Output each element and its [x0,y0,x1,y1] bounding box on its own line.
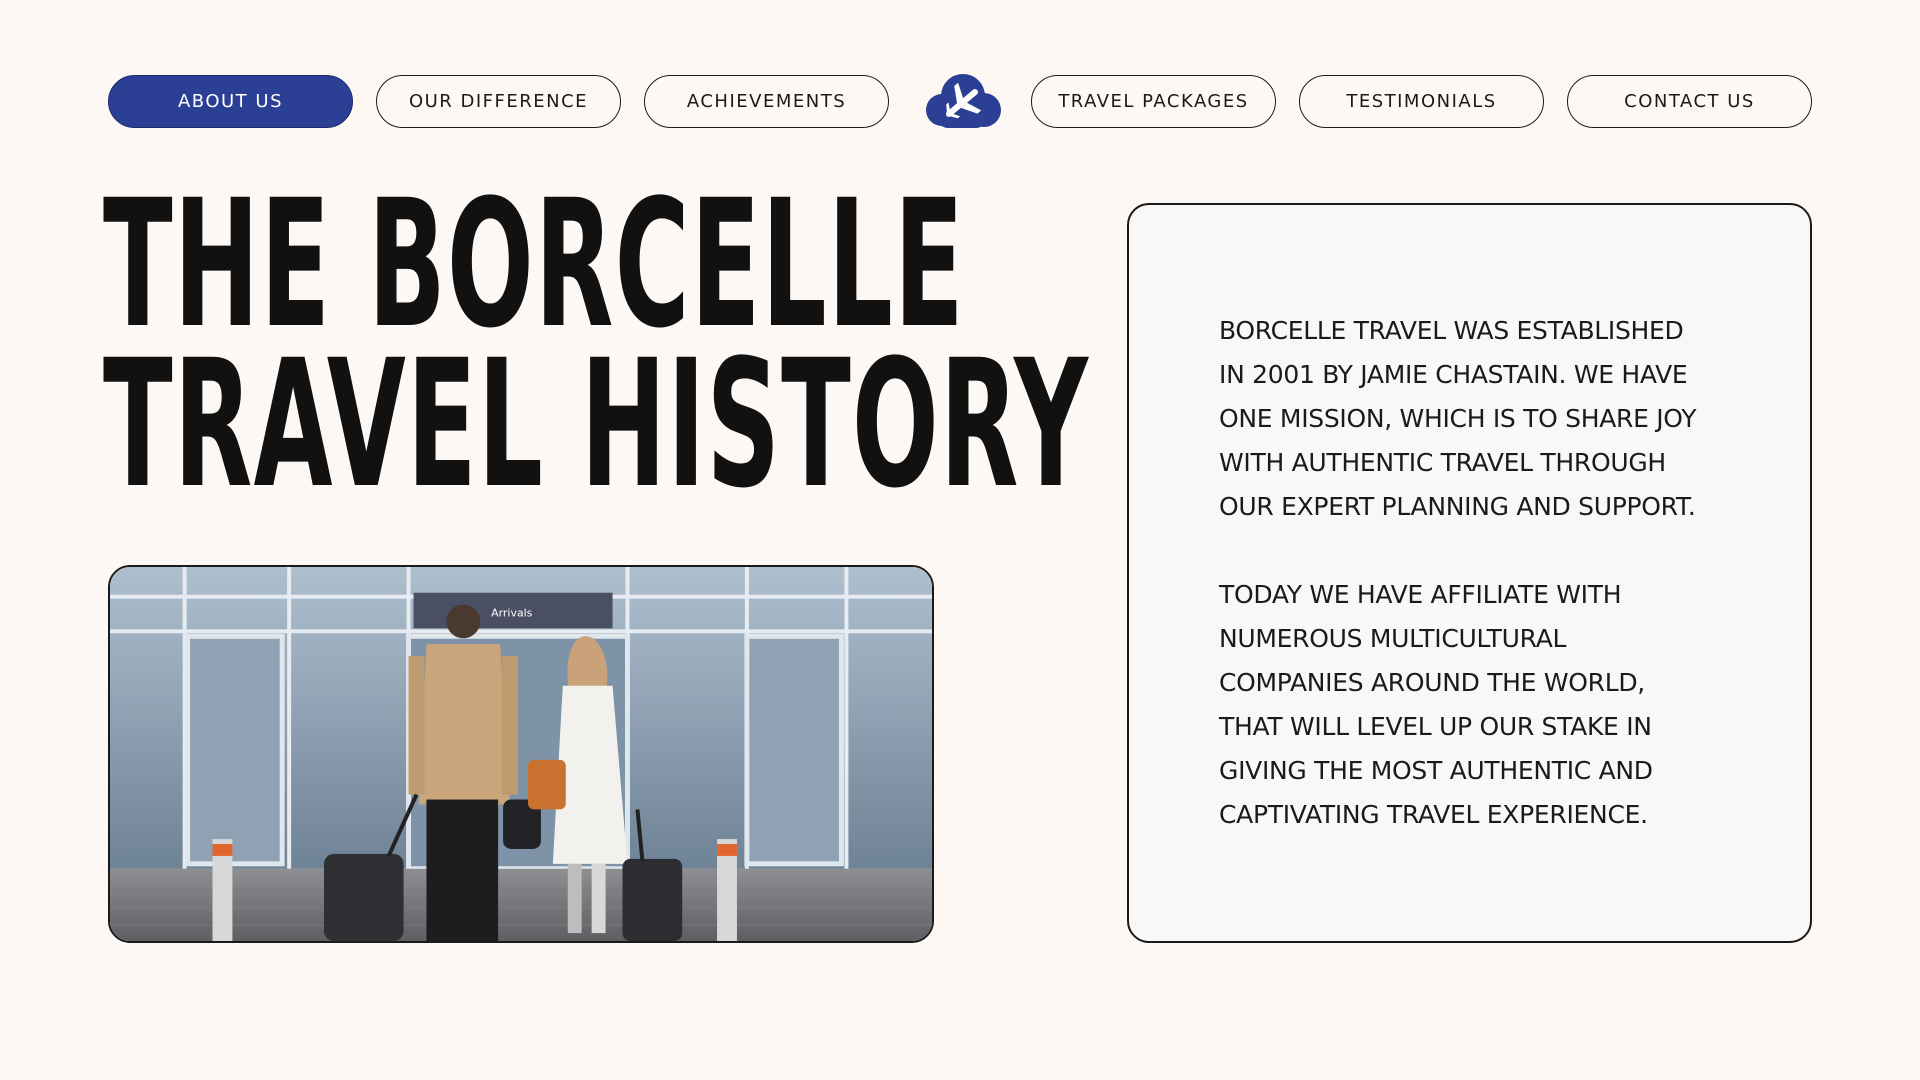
history-card: BORCELLE TRAVEL WAS ESTABLISHED IN 2001 … [1127,203,1812,943]
nav-our-difference-button[interactable]: OUR DIFFERENCE [376,75,621,128]
nav-achievements-button[interactable]: ACHIEVEMENTS [644,75,889,128]
history-card-text: BORCELLE TRAVEL WAS ESTABLISHED IN 2001 … [1219,309,1779,837]
history-paragraph-1: BORCELLE TRAVEL WAS ESTABLISHED IN 2001 … [1219,316,1697,521]
nav-contact-us-button[interactable]: CONTACT US [1567,75,1812,128]
page-title-line-1: THE BORCELLE [103,162,965,367]
page-title-line-2: TRAVEL HISTORY [103,322,1090,527]
nav-about-us-button[interactable]: ABOUT US [108,75,353,128]
nav-testimonials-button[interactable]: TESTIMONIALS [1299,75,1544,128]
page-title: THE BORCELLE TRAVEL HISTORY [103,162,1090,527]
page: ABOUT US OUR DIFFERENCE ACHIEVEMENTS TRA… [0,0,1920,1080]
nav-travel-packages-button[interactable]: TRAVEL PACKAGES [1031,75,1276,128]
airport-travelers-photo: Arrivals [108,565,934,943]
arrivals-sign-text: Arrivals [491,606,533,619]
cloud-airplane-icon[interactable] [918,70,1004,132]
history-paragraph-2: TODAY WE HAVE AFFILIATE WITH NUMEROUS MU… [1219,580,1653,829]
